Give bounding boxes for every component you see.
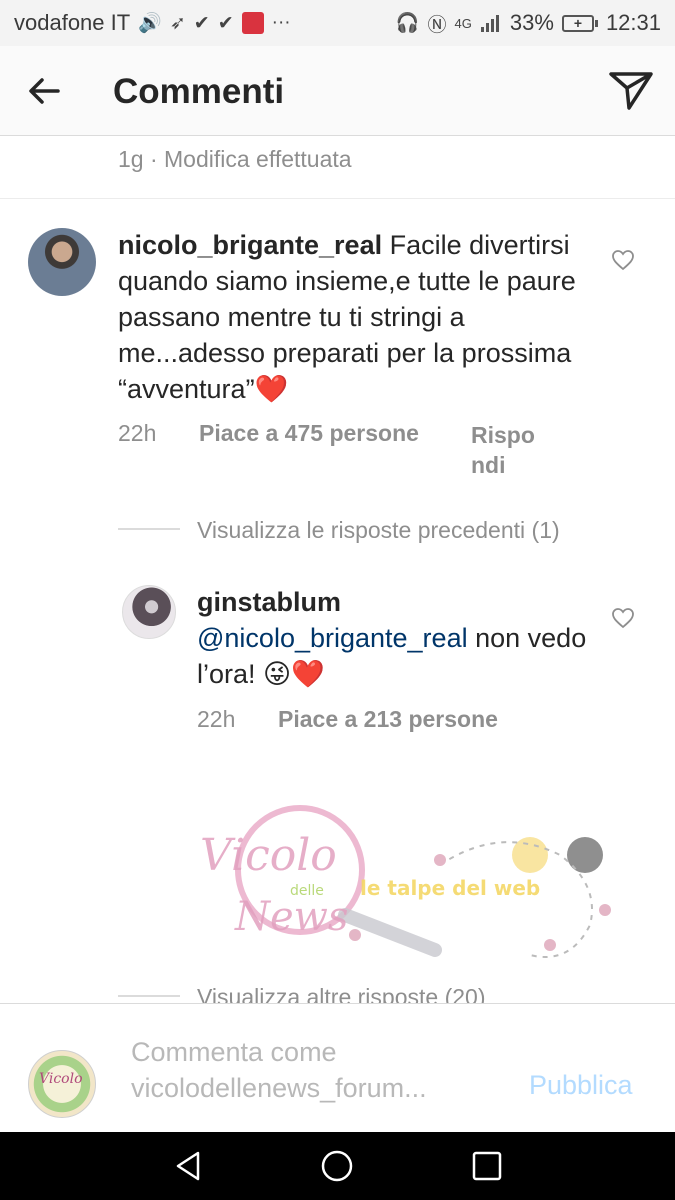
reply-likes[interactable]: Piace a 213 persone — [278, 706, 498, 733]
watermark-tagline: le talpe del web — [360, 876, 540, 900]
check-icon: ✔ — [193, 12, 210, 34]
like-button[interactable] — [611, 249, 635, 271]
like-button[interactable] — [611, 607, 635, 629]
header: Commenti — [0, 46, 675, 136]
circle-home-icon — [321, 1150, 353, 1182]
comment-input[interactable]: Commenta come vicolodellenews_forum... — [131, 1034, 511, 1106]
reply-mention[interactable]: @nicolo_brigante_real — [197, 623, 468, 653]
watermark-word-3: News — [234, 894, 348, 940]
reply-time: 22h — [197, 706, 236, 732]
reply-body: ginstablum @nicolo_brigante_real non ved… — [197, 584, 607, 692]
comment-username[interactable]: nicolo_brigante_real — [118, 230, 382, 260]
app-notification-icon — [241, 12, 264, 34]
share-button[interactable] — [607, 68, 655, 112]
heart-icon — [612, 250, 634, 271]
nav-home-button[interactable] — [319, 1148, 355, 1184]
status-bar-right: 🎧 Ⓝ 4G 33% + 12:31 — [396, 10, 661, 37]
battery-percent: 33% — [509, 10, 554, 35]
signal-icon: 4G — [454, 15, 472, 31]
caption-meta: 1g · Modifica effettuata — [118, 146, 352, 172]
page-title: Commenti — [113, 72, 285, 111]
view-more-replies[interactable]: Visualizza altre risposte (20) — [197, 984, 485, 1004]
comment-time: 22h — [118, 420, 157, 446]
nav-back-button[interactable] — [170, 1148, 206, 1184]
publish-button[interactable]: Pubblica — [529, 1070, 633, 1101]
status-bar: vodafone IT 🔊 ➶ ✔ ✔ ··· 🎧 Ⓝ 4G 33% + 12:… — [0, 0, 675, 46]
reply-button[interactable]: Rispondi — [471, 420, 543, 480]
divider-line — [118, 995, 180, 997]
reply-username[interactable]: ginstablum — [197, 587, 341, 617]
my-avatar: Vicolo — [28, 1050, 96, 1118]
back-button[interactable] — [24, 71, 64, 111]
avatar[interactable] — [122, 585, 176, 639]
comment-body: nicolo_brigante_real Facile divertirsi q… — [118, 227, 598, 407]
square-recents-icon — [472, 1151, 502, 1181]
navigation-icon: ➶ — [169, 12, 186, 34]
signal-bars-icon — [480, 15, 499, 32]
carrier-name: vodafone IT — [14, 10, 131, 35]
clock: 12:31 — [605, 10, 661, 35]
comment-composer: Vicolo Commenta come vicolodellenews_for… — [0, 1003, 675, 1132]
check-icon: ✔ — [217, 12, 234, 34]
heart-icon — [612, 608, 634, 629]
watermark-logo: Vicolo delle News le talpe del web — [200, 805, 611, 958]
triangle-back-icon — [176, 1151, 200, 1181]
arrow-left-icon — [29, 78, 60, 104]
divider — [0, 198, 675, 199]
status-bar-left: vodafone IT 🔊 ➶ ✔ ✔ ··· — [14, 10, 291, 36]
more-notifications-icon: ··· — [271, 12, 291, 33]
avatar[interactable] — [28, 228, 96, 296]
divider-line — [118, 528, 180, 530]
paper-plane-icon — [609, 72, 653, 110]
nav-recents-button[interactable] — [469, 1148, 505, 1184]
system-nav-bar — [0, 1132, 675, 1200]
watermark-word-1: Vicolo — [200, 830, 337, 881]
volume-icon: 🔊 — [138, 13, 162, 34]
view-previous-replies[interactable]: Visualizza le risposte precedenti (1) — [197, 517, 560, 544]
battery-icon: + — [561, 14, 598, 32]
comment-likes[interactable]: Piace a 475 persone — [199, 420, 419, 447]
nfc-icon: Ⓝ — [427, 14, 447, 36]
headphones-icon: 🎧 — [395, 13, 420, 34]
